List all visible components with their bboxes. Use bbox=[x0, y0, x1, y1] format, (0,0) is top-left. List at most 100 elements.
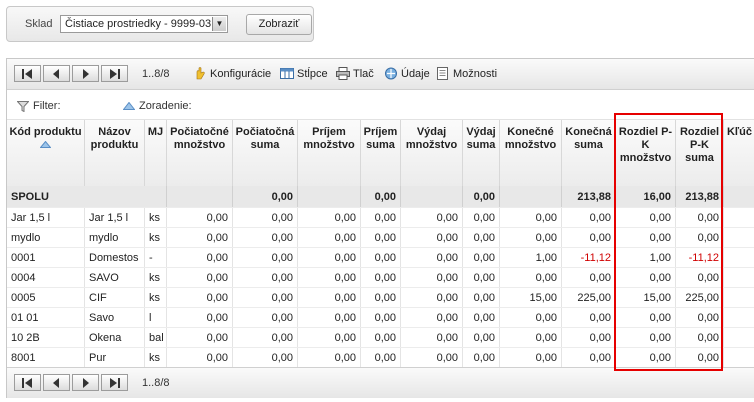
last-page-button[interactable] bbox=[101, 374, 128, 391]
cell-in-qty: 0,00 bbox=[298, 308, 361, 327]
col-header-in-sum[interactable]: Príjem suma bbox=[361, 120, 401, 186]
cell-init-sum: 0,00 bbox=[233, 288, 298, 307]
sort-asc-icon bbox=[39, 140, 52, 148]
cell-out-qty: 0,00 bbox=[401, 348, 463, 367]
cell-key bbox=[724, 268, 754, 287]
chevron-down-icon[interactable]: ▼ bbox=[212, 17, 226, 31]
first-page-button[interactable] bbox=[14, 65, 41, 82]
data-label: Údaje bbox=[401, 67, 430, 80]
cell-out-qty: 0,00 bbox=[401, 228, 463, 247]
cell-diff-qty: 0,00 bbox=[616, 208, 676, 227]
cell-code: Jar 1,5 l bbox=[7, 208, 85, 227]
cell-init-qty: 0,00 bbox=[167, 308, 233, 327]
col-header-in-qty[interactable]: Príjem množstvo bbox=[298, 120, 361, 186]
printer-icon bbox=[336, 67, 350, 80]
prev-page-button[interactable] bbox=[43, 65, 70, 82]
table-row[interactable]: mydlo mydlo ks 0,00 0,00 0,00 0,00 0,00 0,00 0,00… bbox=[7, 228, 754, 248]
cell-diff-qty: 15,00 bbox=[616, 288, 676, 307]
cell-out-sum: 0,00 bbox=[463, 208, 500, 227]
warehouse-select[interactable]: Čistiace prostriedky - 9999-03 ▼ bbox=[60, 15, 228, 33]
table-row[interactable]: 10 2B Okena bal 0,00 0,00 0,00 0,00 0,00 0,00 0,0… bbox=[7, 328, 754, 348]
table-row[interactable]: 01 01 Savo l 0,00 0,00 0,00 0,00 0,00 0,00 0,00 0,… bbox=[7, 308, 754, 328]
cell-in-sum: 0,00 bbox=[361, 308, 401, 327]
prev-page-button[interactable] bbox=[43, 374, 70, 391]
cell-in-qty: 0,00 bbox=[298, 288, 361, 307]
cell-init-qty: 0,00 bbox=[167, 208, 233, 227]
show-button[interactable]: Zobraziť bbox=[246, 14, 312, 35]
print-tool[interactable]: Tlač bbox=[336, 67, 374, 80]
cell-out-sum: 0,00 bbox=[463, 268, 500, 287]
cell-out-qty: 0,00 bbox=[401, 308, 463, 327]
col-header-code[interactable]: Kód produktu bbox=[7, 120, 85, 186]
cell-out-sum: 0,00 bbox=[463, 308, 500, 327]
cell-end-qty: 0,00 bbox=[500, 228, 562, 247]
cell-diff-qty: 0,00 bbox=[616, 268, 676, 287]
col-header-unit[interactable]: MJ bbox=[145, 120, 167, 186]
table-row[interactable]: 0005 CIF ks 0,00 0,00 0,00 0,00 0,00 0,00 15,00 22… bbox=[7, 288, 754, 308]
cell-out-qty: 0,00 bbox=[401, 208, 463, 227]
cell-in-sum: 0,00 bbox=[361, 248, 401, 267]
cell-key bbox=[724, 228, 754, 247]
col-header-out-sum[interactable]: Výdaj suma bbox=[463, 120, 500, 186]
cell-name: mydlo bbox=[85, 228, 145, 247]
col-header-diff-qty[interactable]: Rozdiel P-K množstvo bbox=[616, 120, 676, 186]
cell-key bbox=[724, 248, 754, 267]
cell-in-qty: 0,00 bbox=[298, 248, 361, 267]
table-row[interactable]: 8001 Pur ks 0,00 0,00 0,00 0,00 0,00 0,00 0,00 0,0… bbox=[7, 348, 754, 368]
sort-triangle-icon bbox=[123, 102, 135, 110]
next-page-button[interactable] bbox=[72, 374, 99, 391]
cell-diff-qty: 0,00 bbox=[616, 328, 676, 347]
table-row[interactable]: 0004 SAVO ks 0,00 0,00 0,00 0,00 0,00 0,00 0,00 0,… bbox=[7, 268, 754, 288]
cell-end-sum: 0,00 bbox=[562, 268, 616, 287]
cell-in-qty: 0,00 bbox=[298, 228, 361, 247]
cell-unit: ks bbox=[145, 288, 167, 307]
cell-in-qty: 0,00 bbox=[298, 348, 361, 367]
col-header-end-sum[interactable]: Konečná suma bbox=[562, 120, 616, 186]
summary-init-sum: 0,00 bbox=[233, 186, 298, 207]
col-header-end-qty[interactable]: Konečné množstvo bbox=[500, 120, 562, 186]
summary-label: SPOLU bbox=[7, 186, 167, 207]
cell-out-qty: 0,00 bbox=[401, 328, 463, 347]
col-header-out-qty[interactable]: Výdaj množstvo bbox=[401, 120, 463, 186]
print-label: Tlač bbox=[353, 67, 374, 80]
cell-end-qty: 0,00 bbox=[500, 268, 562, 287]
warehouse-panel: Sklad Čistiace prostriedky - 9999-03 ▼ Z… bbox=[6, 6, 314, 42]
cell-init-sum: 0,00 bbox=[233, 208, 298, 227]
cell-init-sum: 0,00 bbox=[233, 268, 298, 287]
grid-footer: 1..8/8 bbox=[7, 367, 754, 398]
cell-in-qty: 0,00 bbox=[298, 268, 361, 287]
cell-unit: ks bbox=[145, 348, 167, 367]
cell-init-sum: 0,00 bbox=[233, 228, 298, 247]
cell-code: 01 01 bbox=[7, 308, 85, 327]
filter-control[interactable]: Filter: bbox=[17, 100, 61, 112]
cell-end-qty: 0,00 bbox=[500, 348, 562, 367]
table-row[interactable]: 0001 Domestos -0,00 0,00 0,00 0,00 0,00 0,00 1,0… bbox=[7, 248, 754, 268]
cell-in-sum: 0,00 bbox=[361, 228, 401, 247]
cell-init-qty: 0,00 bbox=[167, 288, 233, 307]
col-header-name[interactable]: Názov produktu bbox=[85, 120, 145, 186]
col-header-diff-sum[interactable]: Rozdiel P-K suma bbox=[676, 120, 724, 186]
cell-diff-sum: 0,00 bbox=[676, 328, 724, 347]
cell-out-qty: 0,00 bbox=[401, 248, 463, 267]
options-tool[interactable]: Možnosti bbox=[436, 67, 497, 80]
sort-control[interactable]: Zoradenie: bbox=[123, 100, 192, 112]
first-page-button[interactable] bbox=[14, 374, 41, 391]
cell-name: Pur bbox=[85, 348, 145, 367]
col-header-init-sum[interactable]: Počiatočná suma bbox=[233, 120, 298, 186]
summary-in-sum: 0,00 bbox=[361, 186, 401, 207]
summary-out-sum: 0,00 bbox=[463, 186, 500, 207]
configuration-tool[interactable]: Konfigurácie bbox=[193, 67, 271, 80]
last-page-button[interactable] bbox=[101, 65, 128, 82]
columns-tool[interactable]: Stĺpce bbox=[280, 67, 328, 80]
table-row[interactable]: Jar 1,5 l Jar 1,5 l ks 0,00 0,00 0,00 0,00 0,00… bbox=[7, 208, 754, 228]
col-header-init-qty[interactable]: Počiatočné množstvo bbox=[167, 120, 233, 186]
cell-in-sum: 0,00 bbox=[361, 288, 401, 307]
cell-out-qty: 0,00 bbox=[401, 288, 463, 307]
col-header-key[interactable]: Kľúč bbox=[724, 120, 754, 186]
grid-toolbar: 1..8/8 Konfigurácie Stĺpce Tlač Údaje Mo… bbox=[7, 59, 754, 90]
cell-diff-sum: 0,00 bbox=[676, 348, 724, 367]
next-page-button[interactable] bbox=[72, 65, 99, 82]
cell-diff-sum: 0,00 bbox=[676, 308, 724, 327]
data-tool[interactable]: Údaje bbox=[384, 67, 430, 80]
cell-in-sum: 0,00 bbox=[361, 328, 401, 347]
